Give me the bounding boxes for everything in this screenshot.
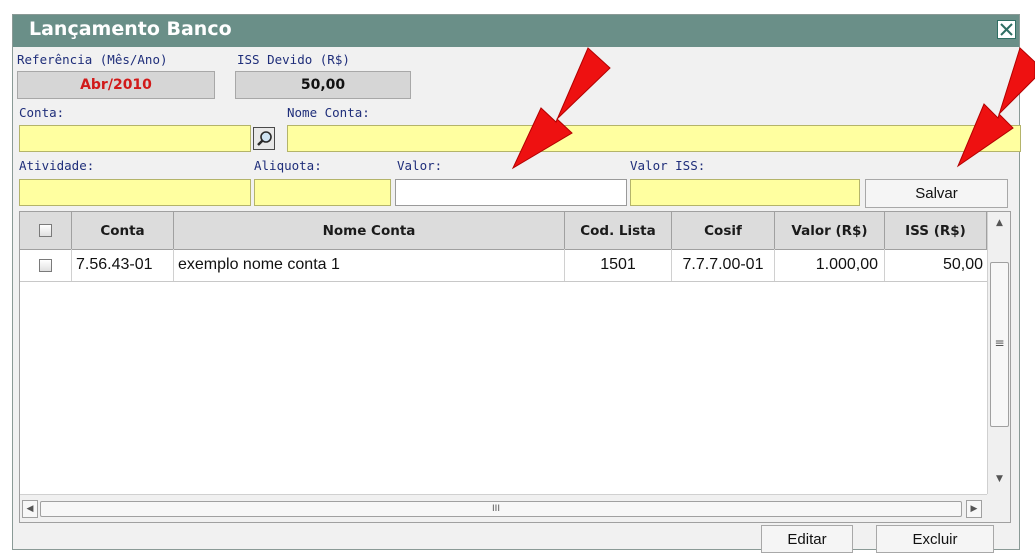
annotation-arrows bbox=[511, 47, 1035, 170]
red-arrow-icon bbox=[511, 47, 611, 170]
red-arrow-icon bbox=[956, 47, 1035, 168]
